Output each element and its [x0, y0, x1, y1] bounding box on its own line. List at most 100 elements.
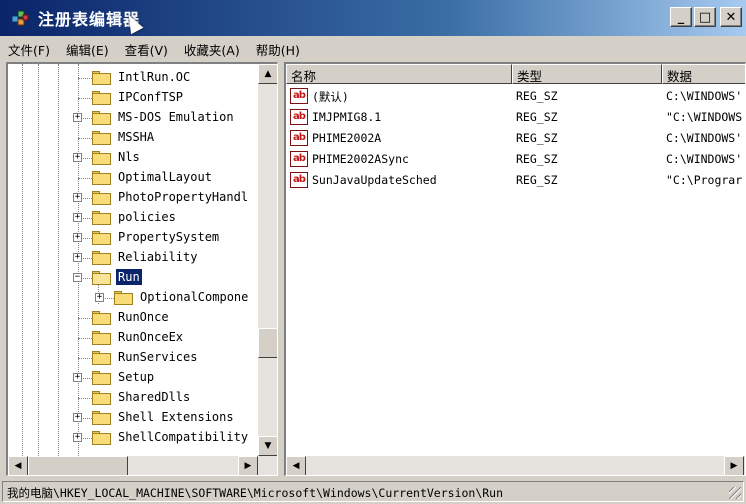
- menu-favorites[interactable]: 收藏夹(A): [184, 40, 240, 59]
- tree-item-label[interactable]: ShellCompatibility: [116, 429, 250, 445]
- expand-icon[interactable]: +: [73, 113, 82, 122]
- value-name: PHIME2002ASync: [312, 152, 409, 166]
- tree-item[interactable]: + Shell Extensions: [8, 408, 258, 428]
- menu-help[interactable]: 帮助(H): [256, 40, 300, 59]
- folder-open-icon: [92, 271, 112, 285]
- expand-icon[interactable]: +: [73, 373, 82, 382]
- minimize-icon: _: [677, 9, 685, 25]
- tree-item-label[interactable]: OptionalCompone: [138, 289, 250, 305]
- maximize-icon: □: [698, 9, 712, 25]
- tree-item[interactable]: + PhotoPropertyHandl: [8, 188, 258, 208]
- tree-item-label[interactable]: Shell Extensions: [116, 409, 236, 425]
- tree-horizontal-scrollbar[interactable]: ◀ ▶: [8, 456, 277, 475]
- expand-icon[interactable]: +: [73, 253, 82, 262]
- tree-item[interactable]: + policies: [8, 208, 258, 228]
- menu-bar: 文件(F) 编辑(E) 查看(V) 收藏夹(A) 帮助(H): [0, 38, 746, 60]
- tree-item-label[interactable]: OptimalLayout: [116, 169, 214, 185]
- folder-icon: [92, 411, 112, 425]
- tree-item-label[interactable]: RunServices: [116, 349, 199, 365]
- list-item[interactable]: ab PHIME2002ASync REG_SZ C:\WINDOWS': [286, 149, 745, 170]
- tree-item-label[interactable]: RunOnceEx: [116, 329, 185, 345]
- tree-item[interactable]: + Setup: [8, 368, 258, 388]
- tree-item-label[interactable]: PropertySystem: [116, 229, 221, 245]
- tree-item[interactable]: SharedDlls: [8, 388, 258, 408]
- value-data: C:\WINDOWS': [666, 131, 743, 145]
- minimize-button[interactable]: _: [670, 7, 692, 27]
- arrow-right-icon: ▶: [730, 461, 738, 471]
- list-item[interactable]: ab PHIME2002A REG_SZ C:\WINDOWS': [286, 128, 745, 149]
- maximize-button[interactable]: □: [694, 7, 716, 27]
- list-item[interactable]: ab SunJavaUpdateSched REG_SZ "C:\Prograr: [286, 170, 745, 191]
- expand-icon[interactable]: +: [73, 153, 82, 162]
- tree-item-label[interactable]: Setup: [116, 369, 156, 385]
- tree-item[interactable]: + Nls: [8, 148, 258, 168]
- tree-item-label[interactable]: IPConfTSP: [116, 89, 185, 105]
- tree-item-label[interactable]: Run: [115, 268, 143, 286]
- tree-item[interactable]: OptimalLayout: [8, 168, 258, 188]
- close-button[interactable]: ✕: [720, 7, 742, 27]
- list-item[interactable]: ab IMJPMIG8.1 REG_SZ "C:\WINDOWS: [286, 107, 745, 128]
- column-header-data[interactable]: 数据: [662, 64, 745, 84]
- list-scroll-right-button[interactable]: ▶: [724, 456, 744, 475]
- expand-icon[interactable]: +: [73, 213, 82, 222]
- list-horizontal-scrollbar[interactable]: ◀ ▶: [286, 456, 745, 475]
- tree-item[interactable]: + OptionalCompone: [8, 288, 258, 308]
- folder-icon: [92, 391, 112, 405]
- expand-icon[interactable]: +: [73, 233, 82, 242]
- tree-item-label[interactable]: MS-DOS Emulation: [116, 109, 236, 125]
- expand-icon[interactable]: +: [73, 193, 82, 202]
- expand-icon[interactable]: +: [95, 293, 104, 302]
- registry-value-list[interactable]: 名称 类型 数据 ab (默认) REG_SZ C:\WINDOWS' ab IMJPMI…: [284, 62, 746, 476]
- registry-key-tree[interactable]: IntlRun.OC IPConfTSP + MS-DOS Emulation MSSH…: [6, 62, 278, 476]
- tree-item-label[interactable]: SharedDlls: [116, 389, 192, 405]
- menu-file[interactable]: 文件(F): [8, 40, 50, 59]
- folder-icon: [92, 91, 112, 105]
- resize-grip-icon[interactable]: [729, 487, 741, 499]
- menu-view[interactable]: 查看(V): [125, 40, 168, 59]
- tree-item-label[interactable]: Nls: [116, 149, 142, 165]
- tree-item-label[interactable]: IntlRun.OC: [116, 69, 192, 85]
- tree-item[interactable]: MSSHA: [8, 128, 258, 148]
- list-scroll-left-button[interactable]: ◀: [286, 456, 306, 475]
- tree-item[interactable]: IntlRun.OC: [8, 68, 258, 88]
- tree-item[interactable]: IPConfTSP: [8, 88, 258, 108]
- tree-vertical-scrollbar[interactable]: ▲ ▼: [258, 64, 277, 456]
- tree-item[interactable]: + MS-DOS Emulation: [8, 108, 258, 128]
- folder-icon: [92, 331, 112, 345]
- arrow-up-icon: ▲: [264, 69, 272, 79]
- tree-item-label[interactable]: policies: [116, 209, 178, 225]
- tree-item[interactable]: RunOnceEx: [8, 328, 258, 348]
- tree-item[interactable]: + Reliability: [8, 248, 258, 268]
- tree-item-label[interactable]: MSSHA: [116, 129, 156, 145]
- tree-item-label[interactable]: PhotoPropertyHandl: [116, 189, 250, 205]
- column-header-name[interactable]: 名称: [286, 64, 512, 84]
- expand-icon[interactable]: +: [73, 413, 82, 422]
- folder-icon: [92, 111, 112, 125]
- scroll-down-button[interactable]: ▼: [258, 436, 277, 456]
- registry-editor-app-icon[interactable]: [10, 8, 30, 28]
- tree-hscroll-thumb[interactable]: [28, 456, 128, 475]
- scroll-up-button[interactable]: ▲: [258, 64, 277, 84]
- tree-item-label[interactable]: RunOnce: [116, 309, 171, 325]
- tree-item[interactable]: RunServices: [8, 348, 258, 368]
- title-bar[interactable]: 注册表编辑器 _ □ ✕: [0, 0, 746, 36]
- column-header-type[interactable]: 类型: [512, 64, 662, 84]
- value-data: "C:\Prograr: [666, 173, 743, 187]
- menu-edit[interactable]: 编辑(E): [66, 40, 109, 59]
- scroll-right-button[interactable]: ▶: [238, 456, 258, 475]
- collapse-icon[interactable]: −: [73, 273, 82, 282]
- scroll-left-button[interactable]: ◀: [8, 456, 28, 475]
- tree-item[interactable]: RunOnce: [8, 308, 258, 328]
- tree-item[interactable]: + PropertySystem: [8, 228, 258, 248]
- tree-item[interactable]: + ShellCompatibility: [8, 428, 258, 448]
- folder-icon: [92, 371, 112, 385]
- string-value-icon: ab: [290, 151, 308, 167]
- tree-item-label[interactable]: Reliability: [116, 249, 199, 265]
- tree-item[interactable]: − Run: [8, 268, 258, 288]
- tree-scroll-thumb[interactable]: [258, 328, 277, 358]
- status-bar: 我的电脑\HKEY_LOCAL_MACHINE\SOFTWARE\Microso…: [2, 481, 744, 502]
- tree-branch-line: [78, 398, 92, 399]
- expand-icon[interactable]: +: [73, 433, 82, 442]
- arrow-right-icon: ▶: [244, 461, 252, 471]
- list-item[interactable]: ab (默认) REG_SZ C:\WINDOWS': [286, 86, 745, 107]
